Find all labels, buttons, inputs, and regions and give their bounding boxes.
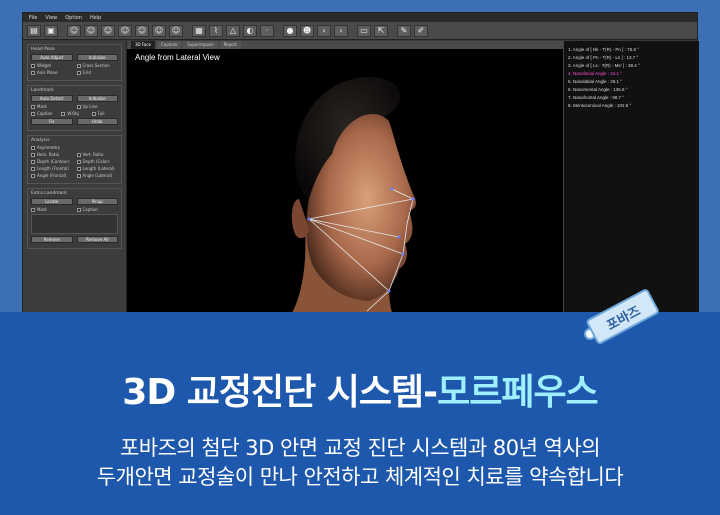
menu-help[interactable]: Help <box>90 15 101 21</box>
auto-adjust-button[interactable]: Auto Adjust <box>31 54 73 61</box>
measurement-item[interactable]: 3. Angle of [ Ls - T(R) - Me' ] : 38.4 ° <box>568 63 695 68</box>
menu-view[interactable]: View <box>45 15 57 21</box>
initialize-landmark-button[interactable]: Initialize <box>76 95 118 102</box>
caption-checkbox[interactable]: Caption <box>31 111 57 116</box>
depth-contour-checkbox[interactable]: Depth (Contour) <box>31 159 73 164</box>
tab-3d-face[interactable]: 3D Face <box>131 41 155 49</box>
measurement-item[interactable]: 8. Mentocervical Angle : 102.5 ° <box>568 103 695 108</box>
cross-section-checkbox[interactable]: Cross Section <box>76 63 119 68</box>
length-frontal-checkbox[interactable]: Length (Frontal) <box>31 166 73 171</box>
grid-checkbox[interactable]: Grid <box>76 70 119 75</box>
menu-option[interactable]: Option <box>65 15 82 21</box>
axis-plane-checkbox[interactable]: Axis Plane <box>31 70 73 75</box>
mesh-icon[interactable]: △ <box>226 24 240 37</box>
pinup-button[interactable]: Pinup <box>76 198 118 205</box>
measurement-item[interactable]: 2. Angle of [ Pn - T(R) - Ls ] : 13.7 ° <box>568 55 695 60</box>
open-icon[interactable]: ▤ <box>27 24 41 37</box>
horz-ratio-checkbox[interactable]: Horz. Ratio <box>31 152 73 157</box>
menu-file[interactable]: File <box>29 15 37 21</box>
edit-icon[interactable]: ✎ <box>397 24 411 37</box>
tab-cephalo[interactable]: Cephalo <box>156 41 182 49</box>
pin-icon[interactable]: ● <box>283 24 297 37</box>
asymmetry-checkbox[interactable]: Asymmetry <box>31 145 118 150</box>
undo-button[interactable]: Undo <box>76 118 118 125</box>
screenshot-area: File View Option Help ▤ ▣ ☺ ☺ ☺ ☺ ☺ ☺ ☺ … <box>0 0 720 313</box>
face-oblique-icon[interactable]: ☺ <box>152 24 166 37</box>
next-icon[interactable]: › <box>334 24 348 37</box>
3d-viewport[interactable]: Angle from Lateral View <box>127 49 563 313</box>
fix-button[interactable]: Fix <box>31 118 73 125</box>
left-control-panel: Head Pose Auto Adjust Initialize Widget … <box>23 41 127 313</box>
measurement-item[interactable]: 6. Nasomental Angle : 136.8 ° <box>568 87 695 92</box>
face-back-icon[interactable]: ☺ <box>169 24 183 37</box>
face-front-icon[interactable]: ☺ <box>67 24 81 37</box>
group-title: Extra Landmark <box>31 191 67 196</box>
extra-mark-checkbox[interactable]: Mark <box>31 207 73 212</box>
tab-report[interactable]: Report <box>219 41 241 49</box>
wobj-radio[interactable]: W.Obj <box>61 111 87 116</box>
toolbar: ▤ ▣ ☺ ☺ ☺ ☺ ☺ ☺ ☺ ▦ ⌇ △ ◐ · ● ☻ ‹ › ▭ ⇱ … <box>23 22 697 40</box>
subtitle-line-2: 두개안면 교정술이 만나 안전하고 체계적인 치료를 약속합니다 <box>96 465 624 489</box>
extra-caption-checkbox[interactable]: Caption <box>76 207 119 212</box>
measurement-item[interactable]: 1. Angle of [ Nk - T(R) - Pn ] : 75.6 ° <box>568 47 695 52</box>
head-pose-group: Head Pose Auto Adjust Initialize Widget … <box>27 44 122 81</box>
widget-checkbox[interactable]: Widget <box>31 63 73 68</box>
remove-all-button[interactable]: Remove All <box>76 236 118 243</box>
extra-landmark-list[interactable] <box>31 214 118 234</box>
angle-lateral-checkbox[interactable]: Angle (Lateral) <box>76 173 119 178</box>
face-top-icon[interactable]: ☺ <box>118 24 132 37</box>
analysis-group: Analysis Asymmetry Horz. Ratio Vert. Rat… <box>27 135 122 184</box>
wire-icon[interactable]: ⌇ <box>209 24 223 37</box>
subtitle-line-1: 포바즈의 첨단 3D 안면 교정 진단 시스템과 80년 역사의 <box>119 436 601 460</box>
group-title: Head Pose <box>31 47 55 52</box>
export-icon[interactable]: ⇱ <box>374 24 388 37</box>
length-lateral-checkbox[interactable]: Length (Lateral) <box>76 166 119 171</box>
landmark-group: Landmark Auto Detect Initialize Mark Up … <box>27 85 122 131</box>
prev-icon[interactable]: ‹ <box>317 24 331 37</box>
tab-superimpose[interactable]: Superimpose <box>183 41 218 49</box>
save-icon[interactable]: ▣ <box>44 24 58 37</box>
face-thumb-icon[interactable]: ☻ <box>300 24 314 37</box>
face-left-icon[interactable]: ☺ <box>84 24 98 37</box>
face-profile-render <box>291 76 416 313</box>
mark-checkbox[interactable]: Mark <box>31 104 73 109</box>
headline-main: 3D 교정진단 시스템- <box>122 372 438 413</box>
image-icon[interactable]: ▭ <box>357 24 371 37</box>
face-bottom-icon[interactable]: ☺ <box>135 24 149 37</box>
measurement-item-selected[interactable]: 4. Nasofacial Angle : 34.1 ° <box>568 71 695 76</box>
initialize-button[interactable]: Initialize <box>76 54 118 61</box>
vert-ratio-checkbox[interactable]: Vert. Ratio <box>76 152 119 157</box>
headline: 3D 교정진단 시스템-모르페우스 <box>0 363 720 415</box>
measurement-panel: 1. Angle of [ Nk - T(R) - Pn ] : 75.6 ° … <box>563 41 699 313</box>
pen-icon[interactable]: ✐ <box>414 24 428 37</box>
view-tabs: 3D Face Cephalo Superimpose Report <box>127 41 563 49</box>
angle-frontal-checkbox[interactable]: Angle (Frontal) <box>31 173 73 178</box>
remove-button[interactable]: Remove <box>31 236 73 243</box>
shade-icon[interactable]: ◐ <box>243 24 257 37</box>
face-right-icon[interactable]: ☺ <box>101 24 115 37</box>
viewport-title: Angle from Lateral View <box>135 53 220 62</box>
headline-accent: 모르페우스 <box>437 372 599 413</box>
extra-landmark-group: Extra Landmark Locate Pinup Mark Caption… <box>27 188 122 249</box>
point-icon[interactable]: · <box>260 24 274 37</box>
depth-color-checkbox[interactable]: Depth (Color) <box>76 159 119 164</box>
locate-button[interactable]: Locate <box>31 198 73 205</box>
measurement-item[interactable]: 5. Nasolabial Angle : 28.1 ° <box>568 79 695 84</box>
up-line-checkbox[interactable]: Up Line <box>76 104 119 109</box>
group-title: Landmark <box>31 88 54 93</box>
auto-detect-button[interactable]: Auto Detect <box>31 95 73 102</box>
measurement-item[interactable]: 7. Nasofrontal Angle : 98.7 ° <box>568 95 695 100</box>
texture-icon[interactable]: ▦ <box>192 24 206 37</box>
full-radio[interactable]: Full <box>91 111 118 116</box>
menu-bar: File View Option Help <box>23 13 697 22</box>
app-window: File View Option Help ▤ ▣ ☺ ☺ ☺ ☺ ☺ ☺ ☺ … <box>22 12 699 313</box>
group-title: Analysis <box>31 138 50 143</box>
